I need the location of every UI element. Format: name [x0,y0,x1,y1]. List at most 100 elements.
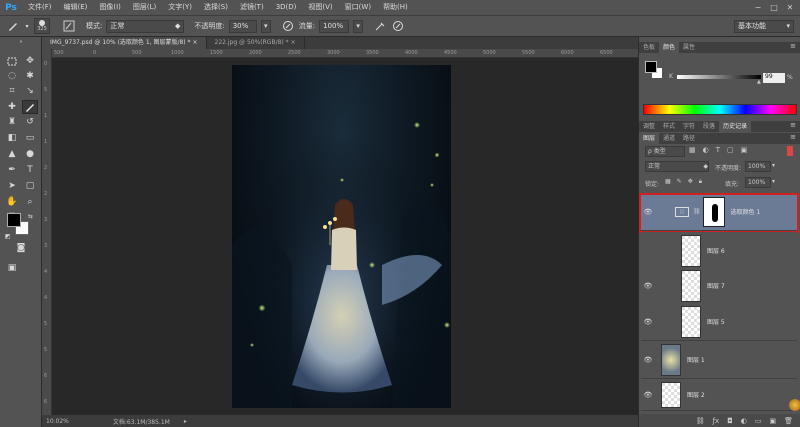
zoom-tool-icon[interactable]: ⌕ [22,195,38,209]
opacity-input[interactable]: 30% [228,19,257,33]
mode-select[interactable]: 正常 ◆ [106,19,185,33]
delete-layer-icon[interactable]: 🗑︎ [784,417,793,425]
workspace-select[interactable]: 基本功能 ▾ [734,19,794,33]
airbrush-icon[interactable] [373,19,387,33]
hand-tool-icon[interactable]: ✋ [4,195,20,209]
dodge-tool-icon[interactable]: ● [22,147,38,161]
panel-tab[interactable]: 调整 [639,121,659,132]
layer-opacity-input[interactable]: 100% [745,161,771,172]
opacity-slider-toggle[interactable]: ▾ [260,19,271,33]
fill-dropdown-icon[interactable]: ▾ [772,178,775,185]
minimize-icon[interactable]: − [752,3,764,13]
eyedropper-icon[interactable]: ↘ [22,84,38,98]
color-spectrum[interactable] [643,104,797,115]
layer-row-5[interactable]: 👁︎ 图层 5 [641,303,797,341]
brush-preset-picker[interactable]: 325 [34,18,50,34]
menu-item[interactable]: 窗口(W) [339,0,377,15]
layer-name[interactable]: 图层 7 [707,281,725,290]
tab-222-jpg[interactable]: 222.jpg @ 50%(RGB/8) * × [207,37,305,49]
add-mask-icon[interactable]: ◘ [727,417,733,425]
pixel-filter-icon[interactable]: ▦ [689,146,696,154]
layer-style-icon[interactable]: ƒx [713,417,720,425]
eye-icon[interactable]: 👁︎ [641,318,655,326]
brush-tool-icon[interactable] [6,19,20,33]
path-selection-icon[interactable]: ➤ [4,179,20,193]
move-tool-icon[interactable]: ✥ [22,54,38,68]
opacity-dropdown-icon[interactable]: ▾ [772,162,775,169]
panel-tab[interactable]: 图层 [639,133,660,144]
fill-input[interactable]: 100% [745,177,771,188]
panel-tab[interactable]: 通道 [659,133,679,144]
tab-img-9737[interactable]: IMG_9737.psd @ 10% (选取颜色 1, 图层蒙版/8) * × [42,37,207,49]
layer-row-2[interactable]: 👁︎ 图层 2 [641,379,797,411]
panel-menu-icon[interactable]: ≡ [790,121,796,129]
smart-filter-icon[interactable]: ▣ [741,146,748,154]
pressure-size-icon[interactable] [391,19,405,33]
swap-colors-icon[interactable]: ⇆ [28,213,33,220]
layer-name[interactable]: 图层 6 [707,246,725,255]
layer-name[interactable]: 图层 2 [687,390,705,399]
lock-all-icon[interactable]: 🔒︎ [699,178,702,186]
layer-row-6[interactable]: 图层 6 [641,232,797,270]
panel-tab[interactable]: 路径 [679,133,699,144]
lock-transparent-icon[interactable]: ▦ [665,178,671,186]
panel-tab[interactable]: 字符 [679,121,699,132]
new-layer-icon[interactable]: ▣ [769,417,776,425]
menu-item[interactable]: 选择(S) [198,0,234,15]
eye-icon[interactable]: 👁︎ [641,391,655,399]
slider-thumb-icon[interactable]: ▲ [757,79,761,85]
lock-image-icon[interactable]: ✎ [677,178,682,186]
eye-icon[interactable]: 👁︎ [641,282,655,290]
eraser-icon[interactable]: ◧ [4,131,20,145]
link-layers-icon[interactable]: ⛓ [696,417,705,425]
panel-tab[interactable]: 颜色 [659,42,680,53]
menu-item[interactable]: 视图(V) [302,0,338,15]
pen-tool-icon[interactable]: ✒ [4,163,20,177]
lasso-tool-icon[interactable]: ◌ [4,69,20,83]
screen-mode-icon[interactable]: ▣ [4,261,20,275]
layer-row-7[interactable]: 👁︎ 图层 7 [641,267,797,305]
k-value-input[interactable]: 99 [763,73,785,83]
new-group-icon[interactable]: ▭ [755,417,762,425]
panel-tab[interactable]: 历史记录 [719,121,752,132]
menu-item[interactable]: 编辑(E) [58,0,94,15]
k-slider[interactable] [677,75,761,79]
panel-tab[interactable]: 属性 [679,42,699,53]
close-tab-icon[interactable]: × [291,39,296,46]
adjustment-filter-icon[interactable]: ◐ [703,146,709,154]
foreground-color-swatch[interactable] [645,61,657,73]
type-tool-icon[interactable]: T [22,163,38,177]
clone-stamp-icon[interactable]: ♜ [4,115,20,129]
magic-wand-icon[interactable]: ✱ [22,69,38,83]
panel-tab[interactable]: 色板 [639,42,659,53]
flow-input[interactable]: 100% [319,19,350,33]
eye-icon[interactable]: 👁︎ [641,356,655,364]
menu-item[interactable]: 滤镜(T) [234,0,270,15]
menu-item[interactable]: 图像(I) [93,0,127,15]
shape-filter-icon[interactable]: ▢ [727,146,734,154]
quick-mask-icon[interactable]: ◙ [13,241,29,255]
panel-tab[interactable]: 段落 [699,121,719,132]
menu-item[interactable]: 文字(Y) [162,0,198,15]
shape-tool-icon[interactable]: ▢ [22,179,38,193]
healing-brush-icon[interactable]: ✚ [4,100,20,114]
dropdown-arrow-icon[interactable]: ▾ [24,19,30,33]
layer-row-1[interactable]: 👁︎ 图层 1 [641,341,797,379]
menu-item[interactable]: 帮助(H) [377,0,414,15]
layer-name[interactable]: 图层 5 [707,317,725,326]
collapse-toolbar-icon[interactable]: » [4,39,38,45]
maximize-icon[interactable]: □ [768,3,780,13]
panel-tab[interactable]: 样式 [659,121,679,132]
gradient-tool-icon[interactable]: ▭ [22,131,38,145]
layer-name[interactable]: 图层 1 [687,355,705,364]
crop-tool-icon[interactable]: ⌗ [4,84,20,98]
close-icon[interactable]: ✕ [784,3,796,13]
filter-toggle-icon[interactable] [787,146,793,156]
layer-filter-select[interactable]: ρ 类型 [645,146,685,157]
menu-item[interactable]: 文件(F) [22,0,58,15]
blend-mode-select[interactable]: 正常 ◆ [645,161,709,172]
default-colors-icon[interactable]: ◩ [5,233,11,240]
menu-item[interactable]: 3D(D) [270,0,303,15]
close-tab-icon[interactable]: × [192,39,197,46]
status-arrow-icon[interactable]: ▸ [184,418,187,425]
